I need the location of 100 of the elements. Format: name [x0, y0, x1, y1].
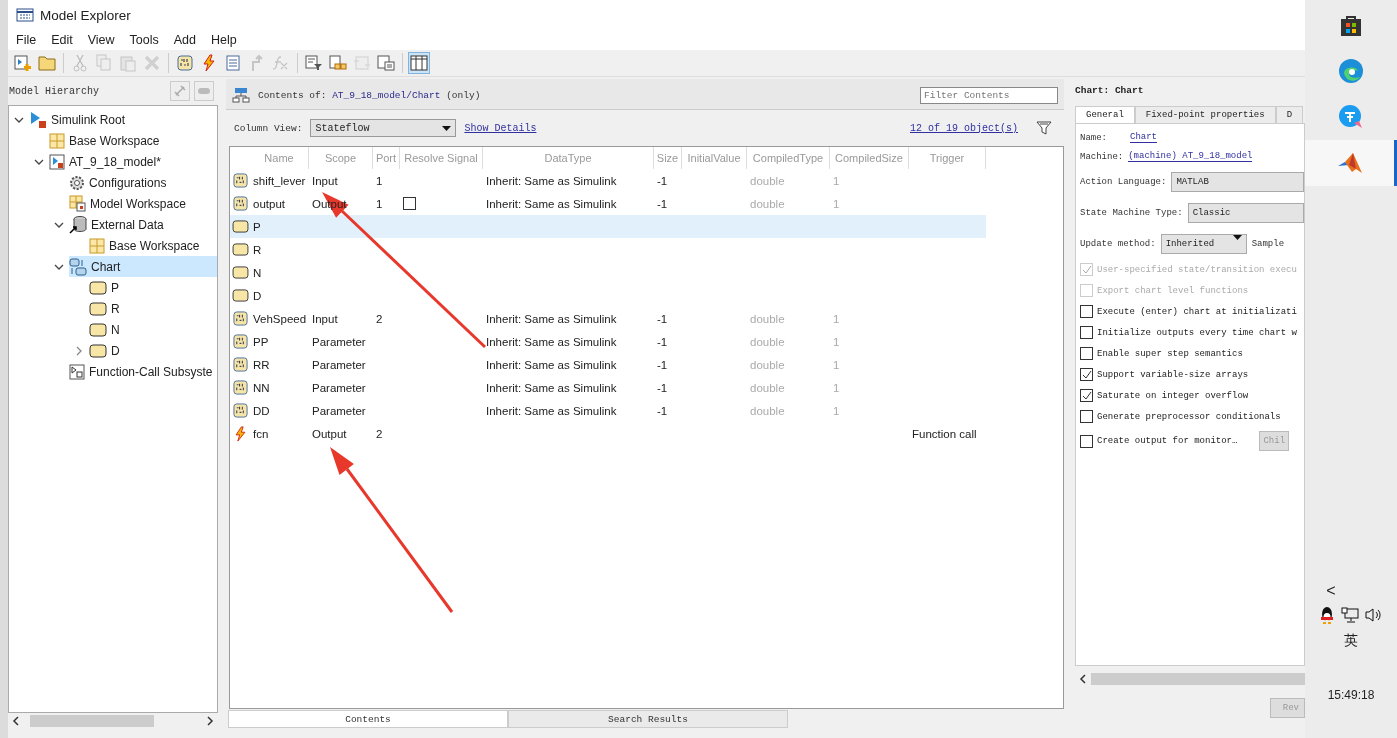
caret-icon	[1232, 234, 1242, 240]
tree-item[interactable]: External Data	[91, 217, 164, 232]
table-row[interactable]: P	[230, 215, 986, 238]
checkbox[interactable]	[1080, 410, 1093, 423]
tree-item[interactable]: AT_9_18_model*	[69, 154, 161, 169]
table-cell: Inherit: Same as Simulink	[486, 358, 617, 371]
collapse-icon[interactable]	[34, 158, 44, 165]
table-cell: Inherit: Same as Simulink	[486, 174, 617, 187]
scroll-left-icon[interactable]	[1079, 674, 1087, 684]
scroll-right-icon[interactable]	[206, 716, 214, 726]
network-icon[interactable]	[1341, 607, 1359, 623]
checkbox[interactable]	[403, 197, 416, 210]
machine-link[interactable]: (machine) AT_9_18_model	[1128, 151, 1253, 162]
state-icon	[231, 266, 249, 279]
table-cell: output	[253, 197, 285, 210]
tree-item[interactable]: N	[111, 322, 120, 337]
name-link[interactable]: Chart	[1130, 132, 1157, 143]
menu-item[interactable]: File	[16, 33, 37, 47]
filter-list-icon	[305, 55, 323, 71]
option-label: User-specified state/transition execu	[1097, 264, 1297, 275]
table-row[interactable]: VehSpeed Input 2 Inherit: Same as Simulink -1 double 1	[230, 307, 986, 330]
checkbox[interactable]	[1080, 326, 1093, 339]
toolbar-button[interactable]	[12, 52, 34, 74]
menu-item[interactable]: Add	[173, 33, 196, 47]
toolbar-button[interactable]	[408, 52, 430, 74]
data-icon	[232, 357, 248, 372]
show-details-link[interactable]: Show Details	[464, 122, 537, 134]
table-row[interactable]: PP Parameter Inherit: Same as Simulink -1 double 1	[230, 330, 986, 353]
tree-item[interactable]: Configurations	[89, 175, 167, 190]
object-count-link[interactable]: 12 of 19 object(s)	[909, 122, 1018, 134]
clock[interactable]: 15:49:18	[1327, 688, 1375, 702]
table-cell: shift_lever	[253, 174, 306, 187]
toolbar-button[interactable]	[375, 52, 397, 74]
option-label: Initialize outputs every time chart w	[1097, 327, 1297, 338]
column-view-label: Column View:	[234, 122, 303, 134]
update-method-dropdown[interactable]: Inherited	[1160, 233, 1247, 254]
table-row[interactable]: NN Parameter Inherit: Same as Simulink -1 double 1	[230, 376, 986, 399]
table-cell: -1	[657, 174, 668, 187]
table-row[interactable]: fcn Output 2 Function call	[230, 422, 986, 445]
tree-item[interactable]: Model Workspace	[90, 196, 186, 211]
table-row[interactable]: DD Parameter Inherit: Same as Simulink -1 double 1	[230, 399, 986, 422]
table-cell: -1	[657, 358, 668, 371]
option-label: Support variable-size arrays	[1097, 369, 1249, 380]
tab[interactable]: Fixed-point properties	[1134, 106, 1276, 123]
column-view-dropdown[interactable]: Stateflow	[310, 119, 457, 137]
filter-icon[interactable]	[1036, 120, 1052, 136]
table-row[interactable]: RR Parameter Inherit: Same as Simulink -1 double 1	[230, 353, 986, 376]
taskbar-app[interactable]	[1305, 140, 1397, 186]
table-cell: double	[750, 404, 785, 417]
tree-item[interactable]: Simulink Root	[51, 112, 126, 127]
tree-item[interactable]: Base Workspace	[69, 133, 160, 148]
filter-field[interactable]: Filter Contents	[920, 86, 1058, 104]
tree-item[interactable]: P	[111, 280, 119, 295]
tab[interactable]: Contents	[228, 710, 508, 728]
menu-item[interactable]: Tools	[129, 33, 159, 47]
table-cell: Parameter	[312, 404, 366, 417]
table-row[interactable]: R	[230, 238, 986, 261]
checkbox[interactable]	[1080, 434, 1093, 448]
checkbox[interactable]	[1080, 368, 1093, 381]
collapse-icon[interactable]	[54, 221, 64, 228]
tree-item[interactable]: D	[111, 343, 120, 358]
data-icon	[232, 311, 248, 326]
table-cell: double	[750, 174, 785, 187]
table-cell: Parameter	[312, 381, 366, 394]
volume-icon[interactable]	[1365, 607, 1383, 623]
action-language-dropdown[interactable]: MATLAB	[1171, 171, 1304, 192]
tree-item[interactable]: Base Workspace	[109, 238, 200, 253]
checkbox[interactable]	[1080, 389, 1093, 402]
input-method-indicator[interactable]: 英	[1344, 632, 1358, 650]
checkbox[interactable]	[1080, 305, 1093, 318]
window-title: Model Explorer	[40, 7, 131, 23]
tree-item[interactable]: R	[111, 301, 120, 316]
tab[interactable]: Search Results	[508, 710, 788, 728]
checkbox[interactable]	[1080, 347, 1093, 360]
menu-item[interactable]: Help	[211, 33, 237, 47]
workspace-icon	[89, 237, 105, 254]
tab[interactable]: D	[1275, 106, 1304, 123]
tab[interactable]: General	[1075, 106, 1135, 123]
tree-item[interactable]: Function-Call Subsyste	[89, 364, 213, 379]
table-row[interactable]: N	[230, 261, 986, 284]
collapse-icon[interactable]	[14, 116, 24, 123]
state-icon	[231, 243, 249, 256]
state-machine-dropdown[interactable]: Classic	[1187, 202, 1304, 223]
root-icon	[29, 110, 47, 129]
table-cell: 1	[376, 174, 383, 187]
table-row[interactable]: D	[230, 284, 986, 307]
penguin-icon[interactable]	[1319, 606, 1335, 624]
collapse-icon[interactable]	[54, 263, 64, 270]
expand-icon[interactable]	[76, 345, 82, 356]
lightning-icon	[234, 425, 246, 442]
table-cell: Input	[312, 312, 338, 325]
scroll-left-icon[interactable]	[12, 716, 20, 726]
table-row[interactable]: shift_lever Input 1 Inherit: Same as Simulink -1 double 1	[230, 169, 986, 192]
tree-item[interactable]: Chart	[91, 259, 121, 274]
menu-item[interactable]: Edit	[51, 33, 73, 47]
menu-item[interactable]: View	[87, 33, 115, 47]
table-cell: Inherit: Same as Simulink	[486, 312, 617, 325]
table-cell: Parameter	[312, 358, 366, 371]
table-cell: -1	[657, 312, 668, 325]
show-hidden-icons-button[interactable]: <	[1326, 582, 1336, 600]
